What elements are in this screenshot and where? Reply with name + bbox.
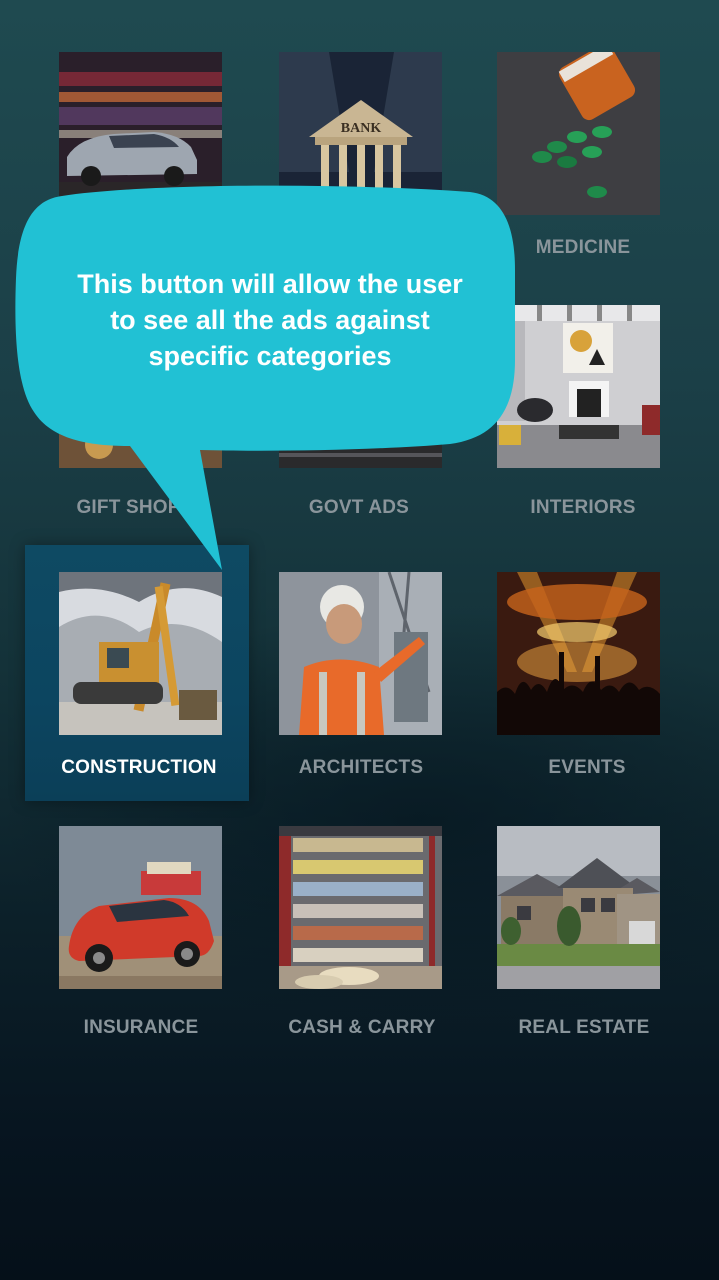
medicine-image [497,52,660,215]
tooltip-text: This button will allow the user to see a… [30,266,510,374]
tooltip-line-1: This button will allow the user [77,269,463,299]
bank-sign-text: BANK [341,121,382,136]
category-label-architects: ARCHITECTS [298,757,424,778]
construction-image [59,572,222,735]
tooltip-line-2: to see all the ads against [110,305,430,335]
tooltip-line-3: specific categories [148,341,392,371]
cash-carry-image [279,826,442,989]
category-label-events: EVENTS [548,757,626,778]
architects-image [279,572,442,735]
interiors-image [497,305,660,468]
events-image [497,572,660,735]
category-label-insurance: INSURANCE [83,1017,199,1038]
banks-image: BANK [279,52,442,215]
category-label-construction: CONSTRUCTION [61,757,217,778]
insurance-image [59,826,222,989]
real-estate-image [497,826,660,989]
category-label-cash-carry: CASH & CARRY [288,1017,436,1038]
automobiles-image [59,52,222,215]
category-label-gift-shops: GIFT SHOPS [76,497,194,518]
category-label-govt-ads: GOVT ADS [308,497,410,518]
category-label-medicine: MEDICINE [535,237,631,258]
category-label-interiors: INTERIORS [530,497,636,518]
category-label-real-estate: REAL ESTATE [518,1017,650,1038]
